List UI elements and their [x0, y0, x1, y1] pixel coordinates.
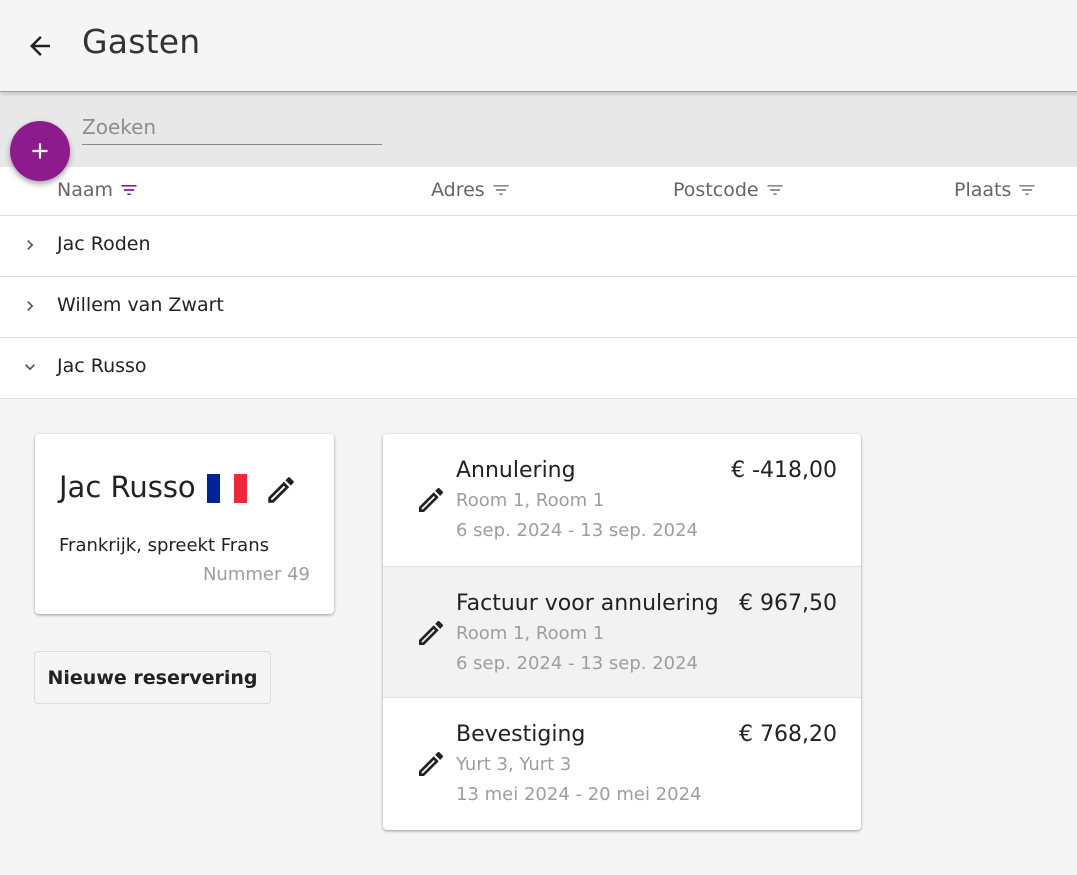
plus-icon	[32, 143, 48, 159]
guest-country-language: Frankrijk, spreekt Frans	[59, 535, 269, 556]
add-guest-button[interactable]	[10, 121, 70, 181]
app-bar: Gasten	[0, 0, 1077, 92]
reservation-rooms: Yurt 3, Yurt 3	[456, 754, 572, 775]
guest-name-cell: Willem van Zwart	[57, 294, 224, 316]
column-label: Plaats	[954, 179, 1012, 201]
table-row[interactable]: Jac Russo	[0, 338, 1077, 399]
column-header-postcode[interactable]: Postcode	[673, 179, 785, 201]
column-label: Adres	[431, 179, 485, 201]
france-flag-icon	[207, 474, 247, 503]
table-row[interactable]: Jac Roden	[0, 216, 1077, 277]
page-title: Gasten	[82, 22, 201, 61]
reservation-amount: € 967,50	[739, 591, 837, 616]
back-button[interactable]	[22, 30, 58, 62]
arrow-left-icon	[30, 36, 50, 56]
reservation-dates: 13 mei 2024 - 20 mei 2024	[456, 784, 702, 805]
new-reservation-button[interactable]: Nieuwe reservering	[34, 651, 271, 704]
reservation-item[interactable]: Annulering € -418,00 Room 1, Room 1 6 se…	[383, 434, 861, 566]
sort-filter-icon	[1019, 185, 1035, 195]
reservation-title: Bevestiging	[456, 722, 586, 747]
guest-card: Jac Russo Frankrijk, spreekt Frans Numme…	[35, 434, 334, 614]
table-row[interactable]: Willem van Zwart	[0, 277, 1077, 338]
table-header: Naam Adres Postcode Plaats	[0, 167, 1077, 216]
edit-icon[interactable]	[415, 484, 447, 516]
reservation-rooms: Room 1, Room 1	[456, 490, 605, 511]
edit-icon[interactable]	[415, 617, 447, 649]
reservation-rooms: Room 1, Room 1	[456, 623, 605, 644]
reservation-item[interactable]: Factuur voor annulering € 967,50 Room 1,…	[383, 566, 861, 698]
chevron-down-icon[interactable]	[20, 357, 40, 377]
search-input[interactable]	[82, 109, 382, 145]
guest-card-name: Jac Russo	[59, 470, 196, 504]
sort-filter-icon	[121, 185, 137, 195]
column-header-adres[interactable]: Adres	[431, 179, 511, 201]
chevron-right-icon[interactable]	[20, 235, 40, 255]
edit-icon[interactable]	[415, 748, 447, 780]
sort-filter-icon	[767, 185, 783, 195]
reservation-title: Annulering	[456, 458, 576, 483]
chevron-right-icon[interactable]	[20, 296, 40, 316]
guest-detail-panel: Jac Russo Frankrijk, spreekt Frans Numme…	[0, 399, 1077, 875]
sort-filter-icon	[493, 185, 509, 195]
column-header-plaats[interactable]: Plaats	[954, 179, 1037, 201]
reservation-dates: 6 sep. 2024 - 13 sep. 2024	[456, 520, 698, 541]
search-bar	[0, 93, 1077, 167]
guest-name-cell: Jac Russo	[57, 355, 147, 377]
column-label: Postcode	[673, 179, 759, 201]
reservation-amount: € 768,20	[739, 722, 837, 747]
column-label: Naam	[57, 179, 114, 201]
guest-number: Nummer 49	[202, 564, 310, 585]
reservation-amount: € -418,00	[731, 458, 837, 483]
guest-table: Naam Adres Postcode Plaats Jac Roden Wil…	[0, 167, 1077, 399]
reservation-item[interactable]: Bevestiging € 768,20 Yurt 3, Yurt 3 13 m…	[383, 698, 861, 830]
column-header-naam[interactable]: Naam	[57, 179, 139, 201]
edit-guest-icon[interactable]	[264, 473, 298, 507]
guest-name-cell: Jac Roden	[57, 233, 151, 255]
reservation-title: Factuur voor annulering	[456, 591, 719, 616]
reservation-dates: 6 sep. 2024 - 13 sep. 2024	[456, 653, 698, 674]
reservations-card: Annulering € -418,00 Room 1, Room 1 6 se…	[383, 434, 861, 830]
